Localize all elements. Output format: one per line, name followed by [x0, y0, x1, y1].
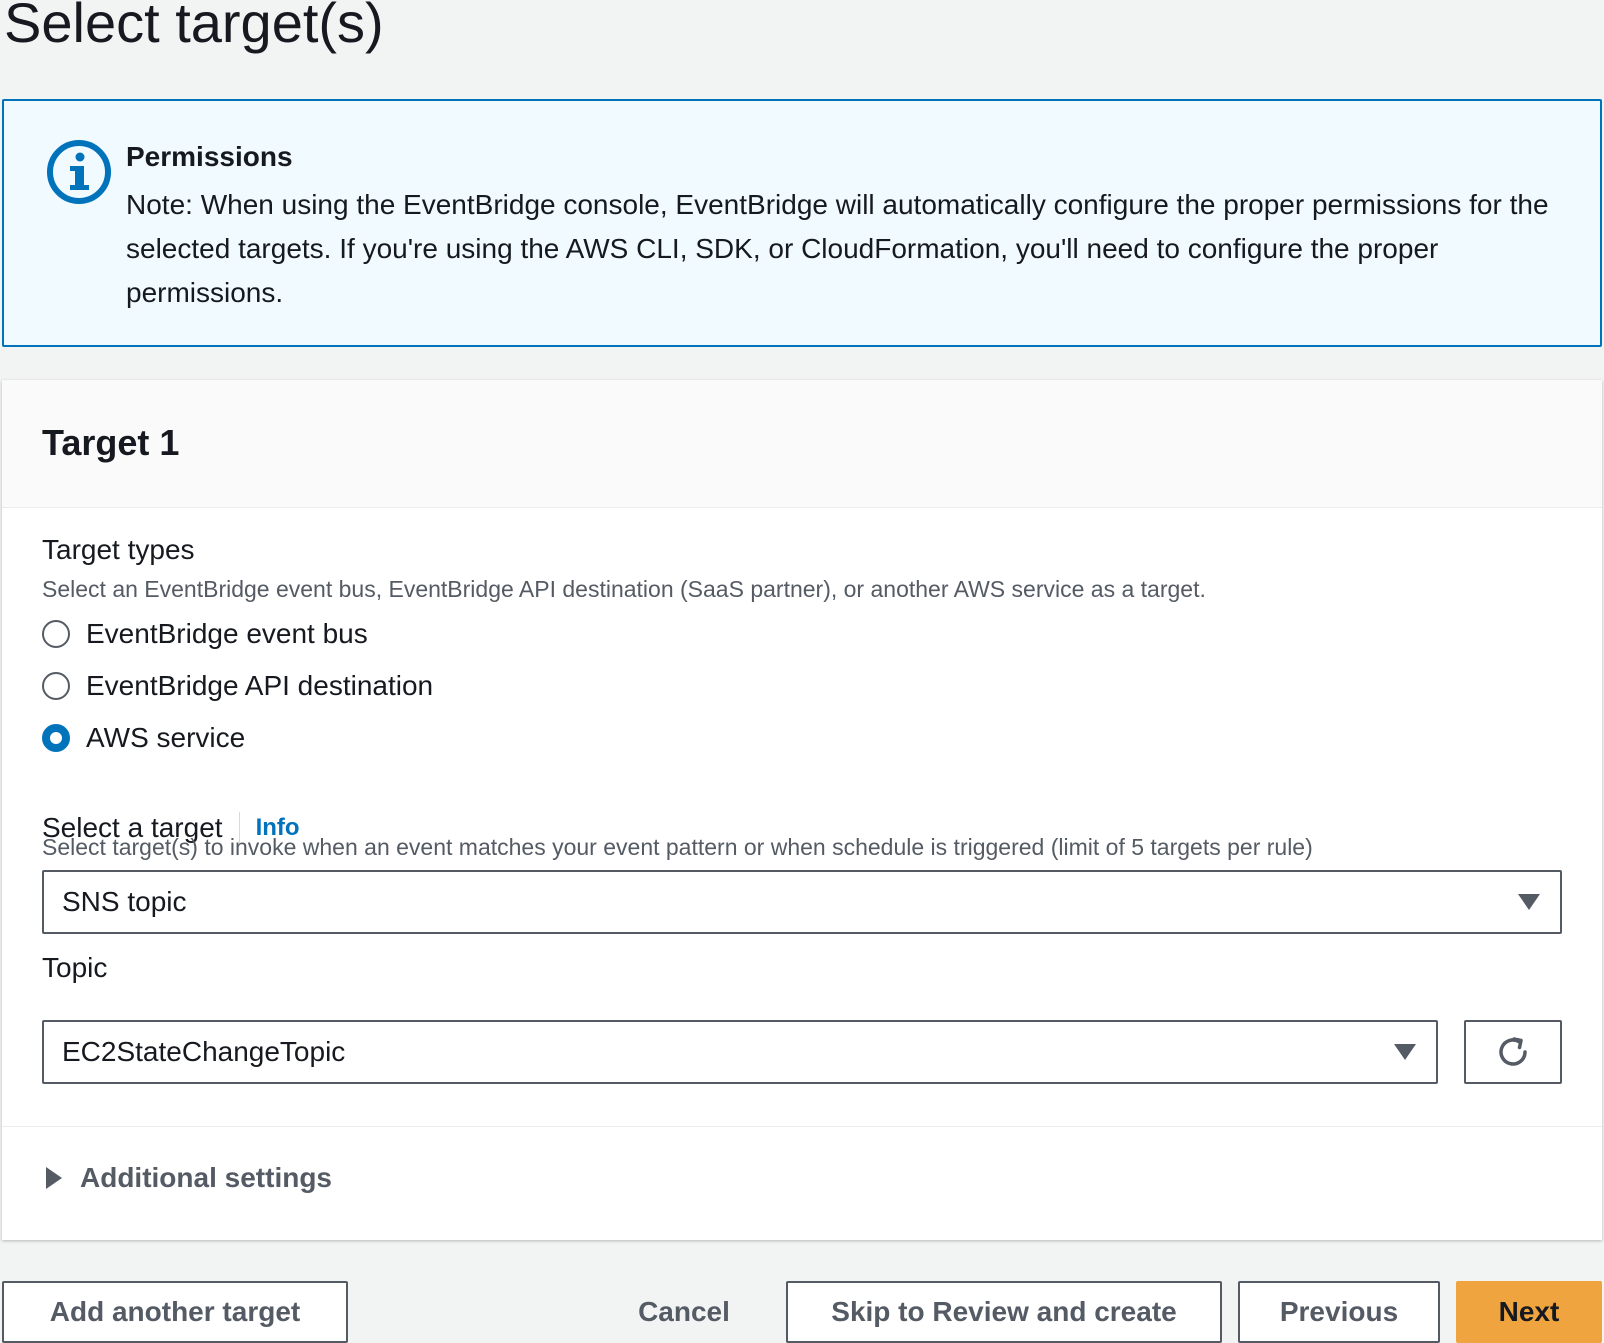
radio-eventbridge-api-destination[interactable]: EventBridge API destination: [42, 666, 433, 706]
section-divider: [2, 1126, 1602, 1127]
radio-eventbridge-event-bus[interactable]: EventBridge event bus: [42, 614, 368, 654]
cancel-button[interactable]: Cancel: [622, 1281, 746, 1343]
skip-to-review-button[interactable]: Skip to Review and create: [786, 1281, 1222, 1343]
target-select[interactable]: SNS topic: [42, 870, 1562, 934]
alert-body: Note: When using the EventBridge console…: [126, 189, 1549, 308]
radio-button[interactable]: [42, 672, 70, 700]
additional-settings-label: Additional settings: [80, 1162, 332, 1193]
target-select-value: SNS topic: [62, 886, 187, 917]
topic-select-value: EC2StateChangeTopic: [62, 1036, 346, 1067]
target-card-header: Target 1: [2, 380, 1602, 508]
info-icon: [47, 140, 111, 204]
topic-select[interactable]: EC2StateChangeTopic: [42, 1020, 1438, 1084]
radio-label: EventBridge event bus: [86, 618, 368, 649]
target-types-description: Select an EventBridge event bus, EventBr…: [42, 576, 1206, 602]
previous-button[interactable]: Previous: [1238, 1281, 1440, 1343]
page-title: Select target(s): [4, 0, 384, 54]
next-button[interactable]: Next: [1456, 1281, 1602, 1343]
radio-button[interactable]: [42, 620, 70, 648]
caret-down-icon: [1518, 894, 1540, 910]
radio-aws-service[interactable]: AWS service: [42, 718, 245, 758]
select-target-description: Select target(s) to invoke when an event…: [42, 834, 1313, 860]
radio-button-selected[interactable]: [42, 724, 70, 752]
permissions-alert: Permissions Note: When using the EventBr…: [2, 99, 1602, 347]
refresh-icon: [1499, 1037, 1527, 1066]
refresh-button[interactable]: [1464, 1020, 1562, 1084]
radio-label: EventBridge API destination: [86, 670, 434, 701]
caret-down-icon: [1394, 1044, 1416, 1060]
radio-label: AWS service: [86, 722, 246, 753]
add-another-target-button[interactable]: Add another target: [2, 1281, 348, 1343]
topic-label: Topic: [42, 952, 108, 983]
additional-settings-expander[interactable]: Additional settings: [46, 1156, 332, 1200]
target-title: Target 1: [42, 422, 180, 463]
caret-right-icon: [46, 1167, 62, 1189]
target-card: Target 1 Target types Select an EventBri…: [2, 380, 1602, 1240]
target-types-label: Target types: [42, 534, 195, 565]
alert-title: Permissions: [126, 141, 293, 172]
